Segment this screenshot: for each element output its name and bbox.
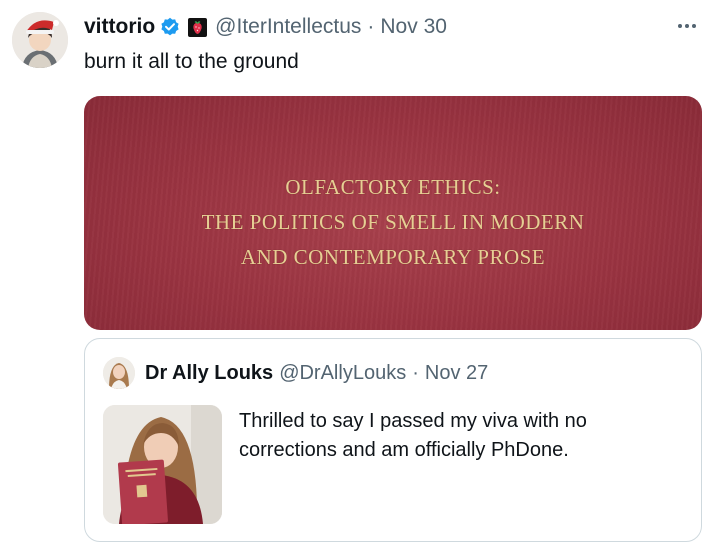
author-handle[interactable]: @IterIntellectus [215, 15, 361, 39]
photo-woman-holding-thesis [103, 405, 222, 524]
tweet-date[interactable]: Nov 30 [380, 15, 447, 39]
tweet-header: vittorio @IterIntellectus · Nov 30 [84, 14, 447, 40]
quoted-tweet[interactable]: Dr Ally Louks @DrAllyLouks · Nov 27 Thri… [84, 338, 702, 542]
cover-title: OLFACTORY ETHICS: THE POLITICS OF SMELL … [84, 170, 702, 275]
strawberry-flag-icon [188, 17, 208, 37]
quoted-author-name[interactable]: Dr Ally Louks [145, 362, 273, 385]
cover-title-line: AND CONTEMPORARY PROSE [240, 245, 546, 269]
author-avatar[interactable] [12, 12, 68, 68]
quoted-avatar-photo [103, 357, 135, 389]
quoted-tweet-date[interactable]: Nov 27 [425, 362, 488, 385]
tweet-media-image[interactable]: OLFACTORY ETHICS: THE POLITICS OF SMELL … [84, 96, 702, 330]
quoted-author-avatar[interactable] [103, 357, 135, 389]
cover-title-line: THE POLITICS OF SMELL IN MODERN [201, 210, 585, 234]
quoted-tweet-text: Thrilled to say I passed my viva with no… [239, 410, 587, 461]
more-options-icon[interactable] [678, 24, 696, 28]
avatar-illustration [12, 12, 68, 68]
author-name[interactable]: vittorio [84, 15, 155, 39]
verified-badge-icon [160, 17, 180, 37]
separator-dot: · [412, 361, 419, 384]
tweet-text: burn it all to the ground [84, 50, 299, 73]
quoted-author-handle[interactable]: @DrAllyLouks [279, 362, 406, 385]
separator-dot: · [367, 15, 375, 38]
cover-title-line: OLFACTORY ETHICS: [285, 175, 501, 199]
quoted-tweet-header: Dr Ally Louks @DrAllyLouks · Nov 27 [145, 361, 488, 385]
quoted-tweet-photo[interactable] [103, 405, 222, 524]
